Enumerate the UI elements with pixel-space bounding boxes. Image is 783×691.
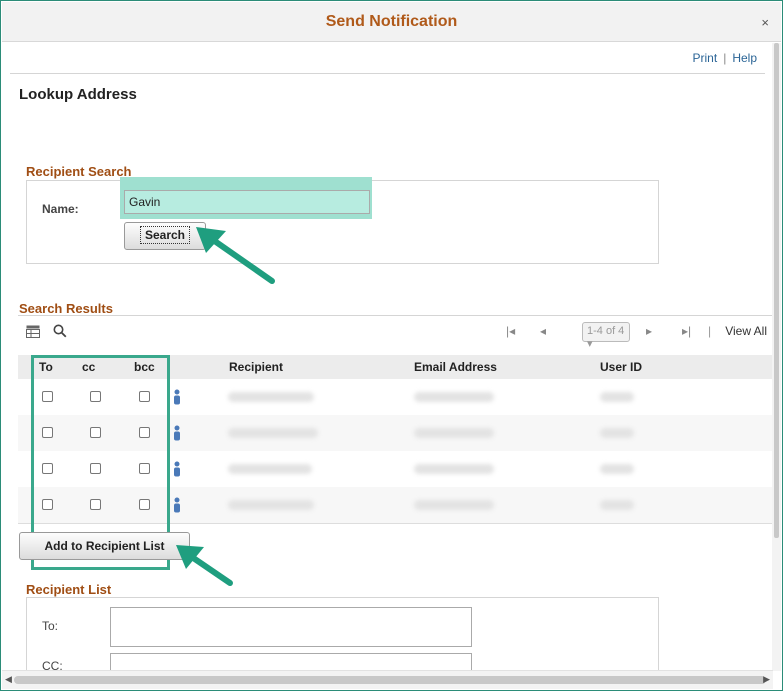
bcc-checkbox[interactable] bbox=[139, 427, 150, 438]
dialog-titlebar: Send Notification × bbox=[2, 2, 781, 42]
col-to: To bbox=[39, 360, 53, 374]
redacted-user-id bbox=[600, 392, 634, 402]
redacted-user-id bbox=[600, 464, 634, 474]
to-checkbox[interactable] bbox=[42, 499, 53, 510]
scroll-left-icon[interactable]: ◀ bbox=[5, 674, 12, 685]
to-checkbox[interactable] bbox=[42, 391, 53, 402]
divider bbox=[10, 73, 765, 74]
bcc-checkbox[interactable] bbox=[139, 463, 150, 474]
dialog-window: Send Notification × Print | Help Lookup Ad… bbox=[0, 0, 783, 691]
horizontal-scrollbar[interactable]: ◀ ▶ bbox=[2, 670, 773, 689]
cc-checkbox[interactable] bbox=[90, 499, 101, 510]
person-icon[interactable] bbox=[173, 461, 181, 477]
grid-icon[interactable] bbox=[26, 325, 40, 338]
redacted-recipient bbox=[228, 392, 314, 402]
pager-separator: | bbox=[708, 324, 712, 338]
view-all-link[interactable]: View All bbox=[725, 324, 767, 338]
search-button[interactable]: Search bbox=[124, 222, 206, 250]
to-label: To: bbox=[42, 619, 59, 633]
col-email: Email Address bbox=[414, 360, 497, 374]
name-label: Name: bbox=[42, 202, 79, 216]
redacted-email bbox=[414, 428, 494, 438]
print-link[interactable]: Print bbox=[693, 51, 718, 65]
first-page-icon[interactable]: |◂ bbox=[506, 324, 515, 338]
redacted-email bbox=[414, 500, 494, 510]
name-input[interactable] bbox=[124, 190, 370, 214]
recipient-search-title: Recipient Search bbox=[26, 164, 132, 179]
redacted-user-id bbox=[600, 428, 634, 438]
vertical-scrollbar[interactable] bbox=[772, 43, 781, 671]
help-link[interactable]: Help bbox=[732, 51, 757, 65]
cc-checkbox[interactable] bbox=[90, 427, 101, 438]
redacted-email bbox=[414, 464, 494, 474]
col-cc: cc bbox=[82, 360, 96, 374]
person-icon[interactable] bbox=[173, 497, 181, 513]
table-row bbox=[18, 415, 773, 451]
redacted-recipient bbox=[228, 464, 312, 474]
prev-page-icon[interactable]: ◂ bbox=[540, 324, 546, 338]
top-links: Print | Help bbox=[693, 51, 758, 65]
redacted-user-id bbox=[600, 500, 634, 510]
person-icon[interactable] bbox=[173, 425, 181, 441]
cc-checkbox[interactable] bbox=[90, 391, 101, 402]
search-button-label: Search bbox=[139, 226, 191, 244]
cc-checkbox[interactable] bbox=[90, 463, 101, 474]
table-row bbox=[18, 487, 773, 523]
to-checkbox[interactable] bbox=[42, 463, 53, 474]
pager-select[interactable]: 1-4 of 4 ▾ bbox=[582, 322, 630, 350]
table-row bbox=[18, 451, 773, 487]
grid-header: To cc bcc Recipient Email Address User I… bbox=[18, 355, 773, 379]
col-bcc: bcc bbox=[134, 360, 155, 374]
bcc-checkbox[interactable] bbox=[139, 391, 150, 402]
redacted-recipient bbox=[228, 500, 314, 510]
link-separator: | bbox=[723, 51, 727, 65]
close-icon[interactable]: × bbox=[761, 15, 769, 30]
table-row bbox=[18, 379, 773, 415]
cc-textarea[interactable] bbox=[110, 653, 472, 671]
divider bbox=[18, 523, 773, 524]
vertical-scroll-thumb[interactable] bbox=[774, 43, 779, 538]
bcc-checkbox[interactable] bbox=[139, 499, 150, 510]
recipient-list-title: Recipient List bbox=[26, 582, 112, 597]
add-to-recipient-list-button[interactable]: Add to Recipient List bbox=[19, 532, 190, 560]
search-results-title: Search Results bbox=[19, 301, 113, 316]
redacted-email bbox=[414, 392, 494, 402]
col-recipient: Recipient bbox=[229, 360, 284, 374]
redacted-recipient bbox=[228, 428, 318, 438]
dialog-title: Send Notification bbox=[325, 13, 458, 30]
col-user-id: User ID bbox=[600, 360, 643, 374]
page-title: Lookup Address bbox=[19, 86, 137, 103]
next-page-icon[interactable]: ▸ bbox=[646, 324, 652, 338]
scroll-right-icon[interactable]: ▶ bbox=[763, 674, 770, 685]
dialog-content: Print | Help Lookup Address Recipient Sear… bbox=[2, 43, 773, 671]
last-page-icon[interactable]: ▸| bbox=[682, 324, 691, 338]
person-icon[interactable] bbox=[173, 389, 181, 405]
horizontal-scroll-thumb[interactable] bbox=[14, 676, 766, 684]
to-textarea[interactable] bbox=[110, 607, 472, 647]
grid-toolbar: |◂ ◂ 1-4 of 4 ▾ ▸ ▸| | View All bbox=[18, 316, 773, 350]
to-checkbox[interactable] bbox=[42, 427, 53, 438]
search-icon[interactable] bbox=[53, 324, 67, 338]
